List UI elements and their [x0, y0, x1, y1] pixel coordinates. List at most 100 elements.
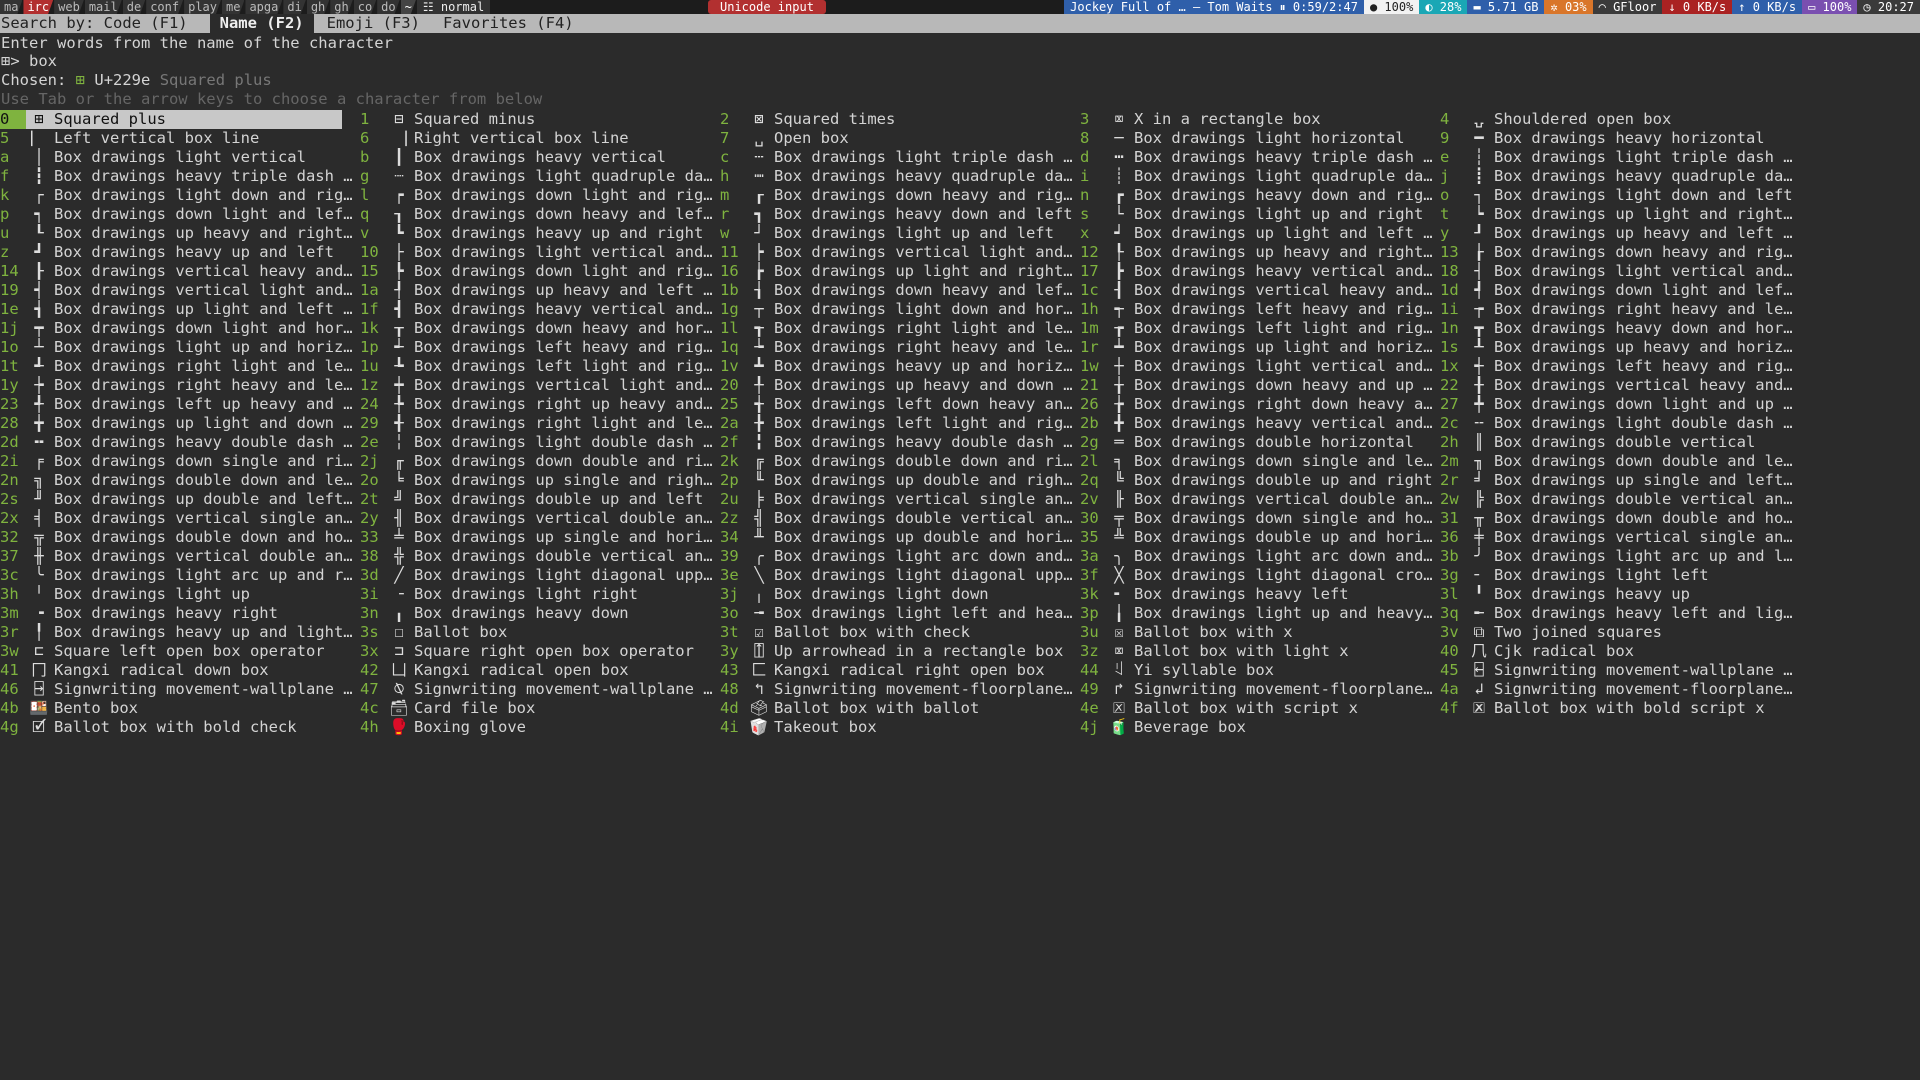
result-item[interactable]: 0 ⊞ Squared plus	[0, 110, 355, 129]
result-item[interactable]: 3l ╹ Box drawings heavy up	[1440, 585, 1795, 604]
result-item[interactable]: e ┆ Box drawings light triple dash …	[1440, 148, 1795, 167]
result-item[interactable]: 1c ┨ Box drawings vertical heavy and…	[1080, 281, 1435, 300]
result-item[interactable]: 47 ⍉ Signwriting movement-wallplane …	[360, 680, 715, 699]
result-item[interactable]: 20 ╀ Box drawings up heavy and down …	[720, 376, 1075, 395]
workspace-do[interactable]: do	[377, 0, 399, 14]
search-prompt[interactable]: ⊞> box	[1, 52, 57, 71]
workspace-~[interactable]: ~	[401, 0, 416, 14]
result-item[interactable]: 3k ╸ Box drawings heavy left	[1080, 585, 1435, 604]
result-item[interactable]: 2p ╙ Box drawings up double and righ…	[720, 471, 1075, 490]
result-item[interactable]: 1x ┽ Box drawings left heavy and rig…	[1440, 357, 1795, 376]
result-item[interactable]: 4d 🗳 Ballot box with ballot	[720, 699, 1075, 718]
result-item[interactable]: 3x ⊐ Square right open box operator	[360, 642, 715, 661]
result-item[interactable]: 2z ╣ Box drawings double vertical an…	[720, 509, 1075, 528]
result-item[interactable]: 10 ├ Box drawings light vertical and…	[360, 243, 715, 262]
result-item[interactable]: h ┉ Box drawings heavy quadruple da…	[720, 167, 1075, 186]
result-item[interactable]: 22 ╂ Box drawings vertical heavy and…	[1440, 376, 1795, 395]
result-item[interactable]: u ┖ Box drawings up heavy and right…	[0, 224, 355, 243]
result-item[interactable]: 3s ☐ Ballot box	[360, 623, 715, 642]
result-item[interactable]: 1r ┷ Box drawings up light and horiz…	[1080, 338, 1435, 357]
result-item[interactable]: 1k ┰ Box drawings down heavy and hor…	[360, 319, 715, 338]
result-item[interactable]: 1s ┸ Box drawings up heavy and horiz…	[1440, 338, 1795, 357]
result-item[interactable]: 19 ┥ Box drawings vertical light and…	[0, 281, 355, 300]
result-item[interactable]: 3v ⧉ Two joined squares	[1440, 623, 1795, 642]
workspace-me[interactable]: me	[222, 0, 244, 14]
result-item[interactable]: 2n ╗ Box drawings double down and le…	[0, 471, 355, 490]
result-item[interactable]: 45 ⍇ Signwriting movement-wallplane …	[1440, 661, 1795, 680]
tab-name[interactable]: Name (F2)	[209, 14, 314, 33]
result-item[interactable]: 3c ╰ Box drawings light arc up and r…	[0, 566, 355, 585]
result-item[interactable]: 2t ╝ Box drawings double up and left	[360, 490, 715, 509]
result-item[interactable]: 3n ╻ Box drawings heavy down	[360, 604, 715, 623]
result-item[interactable]: 36 ╪ Box drawings vertical single an…	[1440, 528, 1795, 547]
result-item[interactable]: p ┑ Box drawings down light and lef…	[0, 205, 355, 224]
result-item[interactable]: 3j ╷ Box drawings light down	[720, 585, 1075, 604]
result-item[interactable]: 2x ╡ Box drawings vertical single an…	[0, 509, 355, 528]
result-item[interactable]: 15 ┡ Box drawings down light and rig…	[360, 262, 715, 281]
result-item[interactable]: 1a ┦ Box drawings up heavy and left …	[360, 281, 715, 300]
result-item[interactable]: 3e ╲ Box drawings light diagonal upp…	[720, 566, 1075, 585]
result-item[interactable]: 1j ┯ Box drawings down light and hor…	[0, 319, 355, 338]
result-item[interactable]: b ┃ Box drawings heavy vertical	[360, 148, 715, 167]
result-item[interactable]: y ┚ Box drawings up heavy and left …	[1440, 224, 1795, 243]
result-item[interactable]: 24 ╄ Box drawings right up heavy and…	[360, 395, 715, 414]
result-item[interactable]: o ┐ Box drawings light down and left	[1440, 186, 1795, 205]
result-item[interactable]: 1g ┬ Box drawings light down and hor…	[720, 300, 1075, 319]
result-item[interactable]: 1v ┻ Box drawings heavy up and horiz…	[720, 357, 1075, 376]
result-item[interactable]: 23 ╃ Box drawings left up heavy and …	[0, 395, 355, 414]
wifi-widget[interactable]: ◠ GFloor	[1592, 0, 1663, 14]
result-item[interactable]: 1z ┿ Box drawings vertical light and…	[360, 376, 715, 395]
workspace-apga[interactable]: apga	[245, 0, 282, 14]
result-item[interactable]: j ┋ Box drawings heavy quadruple da…	[1440, 167, 1795, 186]
result-item[interactable]: 38 ╬ Box drawings double vertical an…	[360, 547, 715, 566]
result-item[interactable]: 2d ╍ Box drawings heavy double dash …	[0, 433, 355, 452]
result-item[interactable]: 5 ⎸ Left vertical box line	[0, 129, 355, 148]
result-item[interactable]: 4 ⍽ Shouldered open box	[1440, 110, 1795, 129]
result-item[interactable]: 2j ╓ Box drawings down double and ri…	[360, 452, 715, 471]
result-item[interactable]: 41 ⼌ Kangxi radical down box	[0, 661, 355, 680]
workspace-ma[interactable]: ma	[0, 0, 22, 14]
result-item[interactable]: 3w ⊏ Square left open box operator	[0, 642, 355, 661]
result-item[interactable]: 18 ┤ Box drawings light vertical and…	[1440, 262, 1795, 281]
result-item[interactable]: 3f ╳ Box drawings light diagonal cro…	[1080, 566, 1435, 585]
result-item[interactable]: 1f ┫ Box drawings heavy vertical and…	[360, 300, 715, 319]
result-item[interactable]: f ┇ Box drawings heavy triple dash …	[0, 167, 355, 186]
result-item[interactable]: i ┊ Box drawings light quadruple da…	[1080, 167, 1435, 186]
result-item[interactable]: n ┏ Box drawings heavy down and rig…	[1080, 186, 1435, 205]
result-item[interactable]: 1l ┱ Box drawings right light and le…	[720, 319, 1075, 338]
result-item[interactable]: 4e 🗵 Ballot box with script x	[1080, 699, 1435, 718]
result-item[interactable]: 3a ╮ Box drawings light arc down and…	[1080, 547, 1435, 566]
workspace-web[interactable]: web	[54, 0, 84, 14]
result-item[interactable]: a │ Box drawings light vertical	[0, 148, 355, 167]
result-item[interactable]: 4j 🧃 Beverage box	[1080, 718, 1435, 737]
result-item[interactable]: 2u ╞ Box drawings vertical single an…	[720, 490, 1075, 509]
result-item[interactable]: 26 ╆ Box drawings right down heavy a…	[1080, 395, 1435, 414]
result-item[interactable]: 3g ╴ Box drawings light left	[1440, 566, 1795, 585]
result-item[interactable]: 13 ┟ Box drawings down heavy and rig…	[1440, 243, 1795, 262]
result-item[interactable]: 6 ⎹ Right vertical box line	[360, 129, 715, 148]
result-item[interactable]: 21 ╁ Box drawings down heavy and up …	[1080, 376, 1435, 395]
workspace-gh[interactable]: gh	[307, 0, 329, 14]
result-item[interactable]: t ┕ Box drawings up light and right…	[1440, 205, 1795, 224]
workspace-mail[interactable]: mail	[85, 0, 122, 14]
result-item[interactable]: 1i ┮ Box drawings right heavy and le…	[1440, 300, 1795, 319]
volume-widget[interactable]: ● 100%	[1363, 0, 1420, 14]
result-item[interactable]: x ┙ Box drawings up light and left …	[1080, 224, 1435, 243]
result-item[interactable]: 12 ┞ Box drawings up heavy and right…	[1080, 243, 1435, 262]
result-item[interactable]: 3r ╿ Box drawings heavy up and light…	[0, 623, 355, 642]
result-item[interactable]: 3q ╾ Box drawings heavy left and lig…	[1440, 604, 1795, 623]
result-item[interactable]: 1 ⊟ Squared minus	[360, 110, 715, 129]
result-item[interactable]: 1q ┶ Box drawings right heavy and le…	[720, 338, 1075, 357]
result-item[interactable]: 9 ━ Box drawings heavy horizontal	[1440, 129, 1795, 148]
result-item[interactable]: 1e ┪ Box drawings up light and left …	[0, 300, 355, 319]
result-item[interactable]: 37 ╫ Box drawings vertical double an…	[0, 547, 355, 566]
result-item[interactable]: 43 ⼕ Kangxi radical right open box	[720, 661, 1075, 680]
result-item[interactable]: 3o ╼ Box drawings light left and hea…	[720, 604, 1075, 623]
result-item[interactable]: 30 ╤ Box drawings down single and ho…	[1080, 509, 1435, 528]
result-item[interactable]: 3 ⌧ X in a rectangle box	[1080, 110, 1435, 129]
tab-code[interactable]: Search by: Code (F1)	[0, 14, 198, 33]
result-item[interactable]: 2r ╛ Box drawings up single and left…	[1440, 471, 1795, 490]
result-item[interactable]: q ┒ Box drawings down heavy and lef…	[360, 205, 715, 224]
result-item[interactable]: 3m ╺ Box drawings heavy right	[0, 604, 355, 623]
result-item[interactable]: 3i ╶ Box drawings light right	[360, 585, 715, 604]
